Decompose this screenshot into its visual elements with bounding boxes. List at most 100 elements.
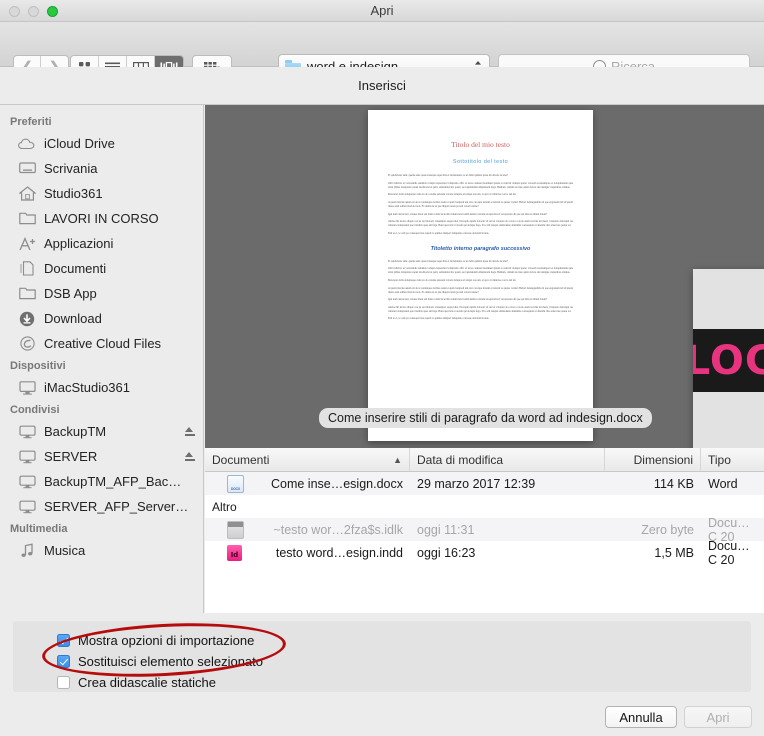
- sidebar-item-label: Studio361: [44, 186, 103, 201]
- preview-pane[interactable]: LOCK Titolo del mio testo Sottotitolo de…: [205, 105, 764, 448]
- checkbox-row-replace-selected-item[interactable]: Sostituisci elemento selezionato: [57, 652, 751, 671]
- sidebar-item-label: Documenti: [44, 261, 107, 276]
- window-titlebar: Apri: [0, 0, 764, 22]
- column-header-name[interactable]: Documenti ▲: [205, 448, 410, 471]
- file-date: oggi 16:23: [417, 545, 476, 560]
- file-size: Zero byte: [641, 522, 694, 537]
- sidebar-group-title: Condivisi: [10, 404, 60, 416]
- dialog-subheader-label: Inserisci: [358, 78, 406, 93]
- sidebar-item-label: BackupTM_AFP_Bac…: [44, 474, 182, 489]
- home-icon: [18, 186, 36, 202]
- sidebar-item-server-afp[interactable]: SERVER_AFP_Server…: [0, 494, 203, 519]
- open-file-dialog: Apri ❮ ❯: [0, 0, 764, 736]
- cloud-icon: [18, 136, 36, 152]
- sidebar-item-label: Musica: [44, 543, 86, 558]
- file-name: testo word…esign.indd: [275, 545, 403, 560]
- sidebar-group-title: Dispositivi: [10, 360, 66, 372]
- sidebar-item-applicazioni[interactable]: Applicazioni: [0, 231, 203, 256]
- sidebar-item-dsb-app[interactable]: DSB App: [0, 281, 203, 306]
- file-list[interactable]: Documenti ▲ Data di modifica Dimensioni …: [205, 448, 764, 613]
- sidebar[interactable]: Preferiti iCloud Drive Scrivania Studio3…: [0, 105, 204, 613]
- document-paragraph: At prem invelas autem sit de ut coniunqu…: [388, 286, 573, 294]
- sidebar-item-studio361[interactable]: Studio361: [0, 181, 203, 206]
- shared-display-icon: [18, 474, 36, 490]
- sidebar-item-icloud-drive[interactable]: iCloud Drive: [0, 131, 203, 156]
- file-name: ~testo wor…2fza$s.idlk: [273, 522, 403, 537]
- document-title: Titolo del mio testo: [451, 140, 510, 149]
- sidebar-group-title: Multimedia: [10, 523, 68, 535]
- sidebar-item-download[interactable]: Download: [0, 306, 203, 331]
- checkbox-label: Crea didascalie statiche: [78, 675, 217, 690]
- checkbox-create-static-captions[interactable]: [57, 676, 70, 689]
- applications-icon: [18, 236, 36, 252]
- sidebar-item-creative-cloud-files[interactable]: Creative Cloud Files: [0, 331, 203, 356]
- table-row[interactable]: Come inse…esign.docx 29 marzo 2017 12:39…: [205, 472, 764, 495]
- creative-cloud-icon: [18, 336, 36, 352]
- column-header-type[interactable]: Tipo: [701, 448, 764, 471]
- window-title: Apri: [370, 3, 394, 18]
- file-list-group-label: Altro: [205, 495, 764, 518]
- sidebar-item-backuptm-afp[interactable]: BackupTM_AFP_Bac…: [0, 469, 203, 494]
- sidebar-group-title: Preferiti: [10, 116, 52, 128]
- table-row[interactable]: ~testo wor…2fza$s.idlk oggi 11:31 Zero b…: [205, 516, 764, 544]
- document-preview-page[interactable]: Titolo del mio testo Sottotitolo del tes…: [368, 110, 593, 441]
- eject-icon[interactable]: [184, 451, 195, 463]
- shared-display-icon: [18, 499, 36, 515]
- document-paragraph: Obit vidicitio ut voloriandis tendebis v…: [388, 267, 573, 275]
- lock-banner-text: LOCK: [693, 337, 764, 384]
- checkbox-replace-selected-item[interactable]: [57, 655, 70, 668]
- open-button[interactable]: Apri: [684, 706, 752, 728]
- document-paragraph: Bolorerat dolla doluptaque cum res ab co…: [388, 278, 517, 282]
- sidebar-item-label: SERVER_AFP_Server…: [44, 499, 189, 514]
- document-paragraph: Edit et ct, te odis pa conseque itate as…: [388, 231, 490, 235]
- music-note-icon: [18, 543, 36, 559]
- file-type: Docu…C 20: [708, 538, 750, 567]
- sidebar-item-documenti[interactable]: Documenti: [0, 256, 203, 281]
- toolbar: ❮ ❯: [0, 22, 764, 80]
- column-header-size[interactable]: Dimensioni: [605, 448, 701, 471]
- document-paragraph: Igni num doloreveri, solutes blaut sed d…: [388, 297, 548, 302]
- sidebar-item-label: Scrivania: [44, 161, 98, 176]
- cancel-button[interactable]: Annulla: [605, 706, 677, 728]
- padlock-icon: [745, 411, 764, 448]
- checkbox-row-create-static-captions[interactable]: Crea didascalie statiche: [57, 673, 751, 692]
- document-paragraph: Et quidiciatur sum, quame unte quae nons…: [388, 173, 509, 178]
- checkbox-row-show-import-options[interactable]: Mostra opzioni di importazione: [57, 631, 751, 650]
- column-header-label: Documenti: [212, 452, 270, 467]
- sidebar-item-label: iMacStudio361: [44, 380, 130, 395]
- sidebar-item-musica[interactable]: Musica: [0, 538, 203, 563]
- indesign-document-icon: [227, 544, 242, 561]
- checkbox-show-import-options[interactable]: [57, 634, 70, 647]
- sidebar-item-scrivania[interactable]: Scrivania: [0, 156, 203, 181]
- document-heading: Titoletto interno paragrafo successivo: [430, 245, 531, 252]
- sidebar-item-lavori-in-corso[interactable]: LAVORI IN CORSO: [0, 206, 203, 231]
- document-paragraph: At prem invelas autem sit de ut coniunqu…: [388, 200, 573, 208]
- sidebar-item-label: Download: [44, 311, 102, 326]
- sidebar-item-backuptm[interactable]: BackupTM: [0, 419, 203, 444]
- shared-display-icon: [18, 424, 36, 440]
- sidebar-item-label: Applicazioni: [44, 236, 114, 251]
- word-document-icon: [227, 474, 244, 493]
- table-row[interactable]: testo word…esign.indd oggi 16:23 1,5 MB …: [205, 538, 764, 567]
- checkbox-label: Sostituisci elemento selezionato: [78, 654, 263, 669]
- checkbox-label: Mostra opzioni di importazione: [78, 633, 255, 648]
- sidebar-item-label: LAVORI IN CORSO: [44, 211, 159, 226]
- document-subtitle: Sottotitolo del testo: [452, 159, 509, 165]
- shared-display-icon: [18, 449, 36, 465]
- eject-icon[interactable]: [184, 426, 195, 438]
- import-options-panel: Mostra opzioni di importazione Sostituis…: [13, 621, 751, 692]
- sidebar-item-label: Creative Cloud Files: [44, 336, 162, 351]
- dialog-button-bar: Annulla Apri: [0, 692, 764, 736]
- desktop-icon: [18, 161, 36, 177]
- column-header-date[interactable]: Data di modifica: [410, 448, 605, 471]
- sidebar-item-imacstudio361[interactable]: iMacStudio361: [0, 375, 203, 400]
- lock-preview-thumbnail[interactable]: LOCK: [693, 269, 764, 448]
- document-paragraph: Igni num doloreveri, solutes blaut sed d…: [388, 212, 548, 216]
- sidebar-item-label: DSB App: [44, 286, 97, 301]
- column-header-label: Tipo: [708, 452, 731, 467]
- file-list-header: Documenti ▲ Data di modifica Dimensioni …: [205, 448, 764, 472]
- file-date: oggi 11:31: [417, 522, 475, 537]
- file-name: Come inse…esign.docx: [270, 476, 403, 491]
- sidebar-item-server[interactable]: SERVER: [0, 444, 203, 469]
- imac-icon: [18, 380, 36, 396]
